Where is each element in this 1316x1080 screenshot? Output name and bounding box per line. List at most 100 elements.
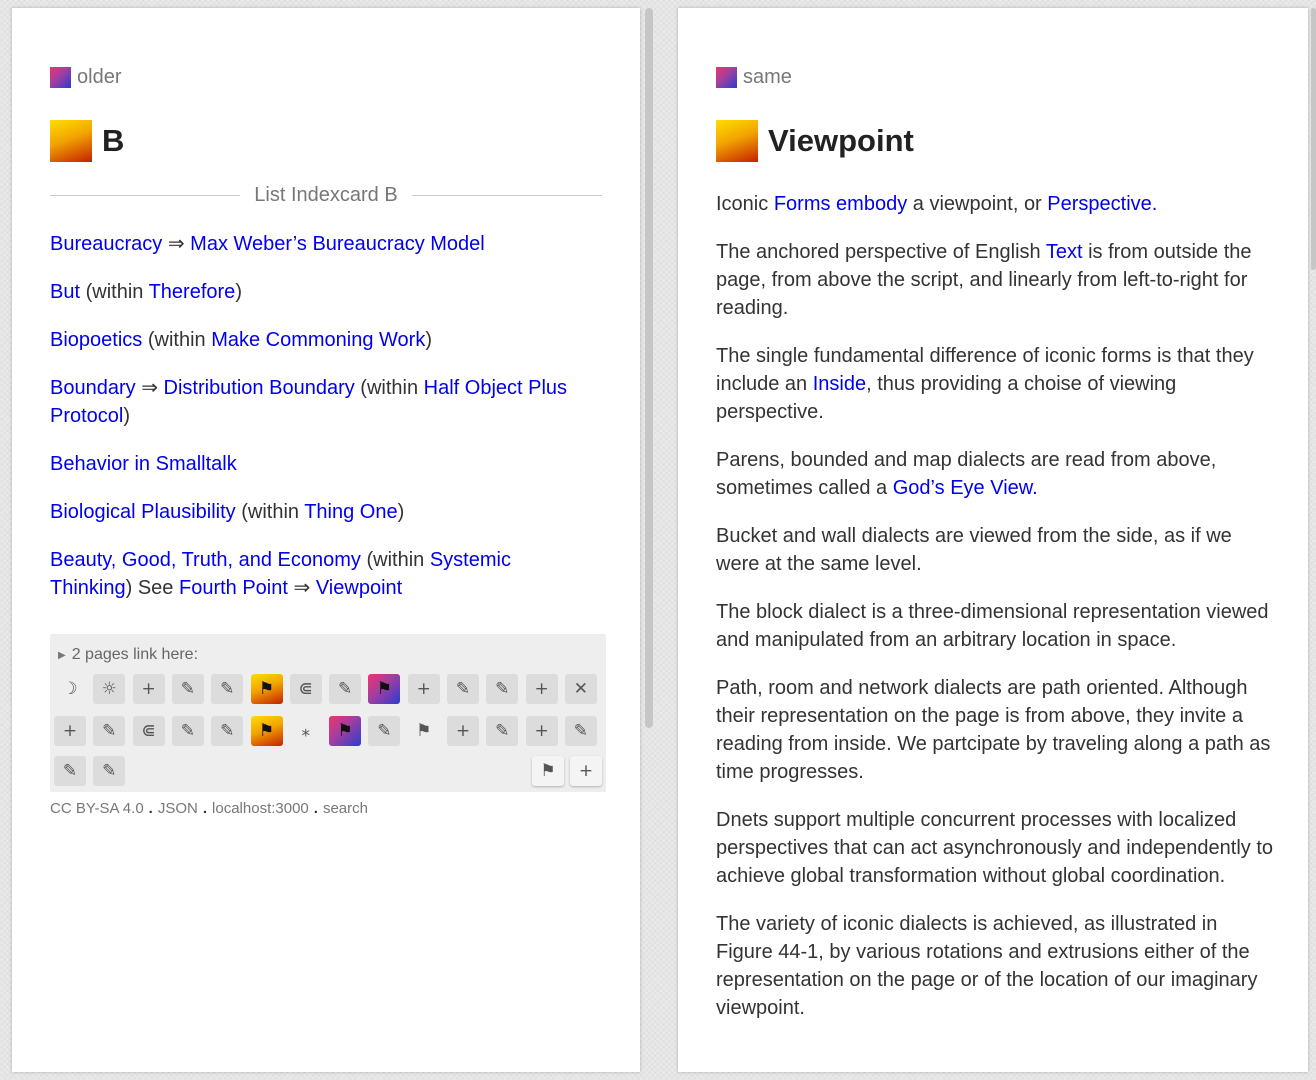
page-title: B xyxy=(102,123,125,158)
journal-pencil-icon[interactable]: ✎ xyxy=(486,716,519,746)
journal-pencil-icon[interactable]: ✎ xyxy=(486,674,519,704)
separator-line-right xyxy=(411,194,603,196)
journal-pencil-icon[interactable]: ✎ xyxy=(447,674,479,704)
close-paren: ) xyxy=(397,501,405,523)
link-biopoetics[interactable]: Biopoetics xyxy=(50,329,142,351)
paragraph-text: a viewpoint, or xyxy=(912,193,1042,215)
context-label[interactable]: same xyxy=(743,66,792,89)
context-label[interactable]: older xyxy=(77,66,121,89)
left-page: older B List Indexcard B Bureaucracy ⇒ M… xyxy=(12,8,640,1072)
arrow-glyph: ⇒ xyxy=(167,233,185,255)
list-item: Biological Plausibility (within Thing On… xyxy=(50,498,590,526)
journal-pencil-icon[interactable]: ✎ xyxy=(171,716,204,746)
indexcard-list: Bureaucracy ⇒ Max Weber’s Bureaucracy Mo… xyxy=(50,230,590,622)
link-thing-one[interactable]: Thing One xyxy=(304,501,397,523)
link-behavior-in-smalltalk[interactable]: Behavior in Smalltalk xyxy=(50,453,237,475)
journal-pencil-icon[interactable]: ✎ xyxy=(93,716,126,746)
page-header: Viewpoint xyxy=(716,120,914,162)
link-viewpoint[interactable]: Viewpoint xyxy=(316,577,402,599)
journal-flag-icon[interactable]: ⚑ xyxy=(250,674,283,704)
separator-line-left xyxy=(50,194,241,196)
right-scrollbar[interactable] xyxy=(1311,8,1316,270)
footer-dot: . xyxy=(202,800,208,817)
left-scrollbar[interactable] xyxy=(645,8,653,728)
older-site-flag-icon[interactable] xyxy=(50,67,71,88)
host-link[interactable]: localhost:3000 xyxy=(212,800,309,817)
journal-pencil-icon[interactable]: ✎ xyxy=(211,674,244,704)
journal-add-icon[interactable]: + xyxy=(54,716,86,746)
link-text[interactable]: Text xyxy=(1046,241,1083,263)
journal-remove-icon[interactable]: ✕ xyxy=(564,674,597,704)
disclosure-triangle-icon[interactable]: ▶ xyxy=(58,650,66,661)
journal-add-icon[interactable]: + xyxy=(525,674,558,704)
within-text: (within xyxy=(85,281,144,303)
context-row[interactable]: older xyxy=(50,66,121,89)
arrow-glyph: ⇒ xyxy=(293,577,311,599)
journal-fork-icon[interactable]: ⋐ xyxy=(132,716,165,746)
link-forms[interactable]: Forms xyxy=(774,193,831,215)
journal-add-icon[interactable]: + xyxy=(447,716,479,746)
search-link[interactable]: search xyxy=(323,800,368,817)
page-story: Iconic Forms embody a viewpoint, or Pers… xyxy=(716,190,1276,1042)
page-flag-icon[interactable] xyxy=(50,120,92,162)
journal-pencil-icon[interactable]: ✎ xyxy=(93,756,126,786)
paragraph: The anchored perspective of English Text… xyxy=(716,238,1276,322)
paragraph: Bucket and wall dialects are viewed from… xyxy=(716,525,1232,575)
journal-pencil-icon[interactable]: ✎ xyxy=(211,716,244,746)
close-paren: ) xyxy=(235,281,242,303)
context-row[interactable]: same xyxy=(716,66,792,89)
journal-fork-icon[interactable]: ⋐ xyxy=(289,674,322,704)
journal-pencil-icon[interactable]: ✎ xyxy=(564,716,597,746)
link-bureaucracy[interactable]: Bureaucracy xyxy=(50,233,162,255)
link-make-commoning-work[interactable]: Make Commoning Work xyxy=(211,329,425,351)
link-boundary[interactable]: Boundary xyxy=(50,377,136,399)
references-summary[interactable]: ▶ 2 pages link here: xyxy=(58,646,198,664)
paragraph: Path, room and network dialects are path… xyxy=(716,677,1271,783)
fork-flag-button[interactable]: ⚑ xyxy=(532,756,564,786)
link-distribution-boundary[interactable]: Distribution Boundary xyxy=(164,377,355,399)
journal-add-icon[interactable]: + xyxy=(525,716,558,746)
arrow-glyph: ⇒ xyxy=(141,377,158,399)
link-fourth-point[interactable]: Fourth Point xyxy=(179,577,288,599)
link-biological-plausibility[interactable]: Biological Plausibility xyxy=(50,501,236,523)
journal-flag-icon[interactable]: ⚑ xyxy=(368,674,401,704)
journal-pencil-icon[interactable]: ✎ xyxy=(54,756,86,786)
page-flag-icon[interactable] xyxy=(716,120,758,162)
paragraph: The block dialect is a three-dimensional… xyxy=(716,601,1269,651)
journal-pencil-icon[interactable]: ✎ xyxy=(368,716,401,746)
within-text: (within xyxy=(360,377,419,399)
journal-add-icon[interactable]: + xyxy=(407,674,440,704)
journal-add-icon[interactable]: + xyxy=(132,674,165,704)
journal-pencil-icon[interactable]: ✎ xyxy=(329,674,362,704)
journal-flag-icon[interactable]: ⚑ xyxy=(250,716,283,746)
link-max-weber[interactable]: Max Weber’s Bureaucracy Model xyxy=(190,233,485,255)
journal-flag-icon[interactable]: ⚑ xyxy=(408,716,440,746)
link-but[interactable]: But xyxy=(50,281,80,303)
link-perspective[interactable]: Perspective. xyxy=(1047,193,1157,215)
page-header: B xyxy=(50,120,124,162)
footer-dot: . xyxy=(313,800,318,817)
list-item: Biopoetics (within Make Commoning Work) xyxy=(50,326,590,354)
add-item-button[interactable]: + xyxy=(570,756,602,786)
journal-pencil-icon[interactable]: ✎ xyxy=(171,674,204,704)
same-site-flag-icon[interactable] xyxy=(716,67,737,88)
journal-moon-icon[interactable]: ☽ xyxy=(54,674,86,704)
footer-dot: . xyxy=(148,800,153,817)
link-gods-eye-view[interactable]: God’s Eye View. xyxy=(893,477,1038,499)
paragraph-text: The anchored perspective of English xyxy=(716,241,1041,263)
indexcard-label: List Indexcard B xyxy=(254,183,398,206)
journal-flag-icon[interactable]: ⚑ xyxy=(329,716,362,746)
link-therefore[interactable]: Therefore xyxy=(149,281,236,303)
list-item: Beauty, Good, Truth, and Economy (within… xyxy=(50,546,590,602)
paragraph-text: Iconic xyxy=(716,193,769,215)
license-link[interactable]: CC BY-SA 4.0 xyxy=(50,800,144,817)
link-inside[interactable]: Inside xyxy=(813,373,866,395)
paragraph: Dnets support multiple concurrent proces… xyxy=(716,809,1274,887)
paragraph: Iconic Forms embody a viewpoint, or Pers… xyxy=(716,190,1276,218)
references-summary-text[interactable]: 2 pages link here: xyxy=(72,646,198,664)
link-embody[interactable]: embody xyxy=(836,193,907,215)
journal-asterisk-icon[interactable]: ⁎ xyxy=(290,716,322,746)
link-beauty-good-truth-economy[interactable]: Beauty, Good, Truth, and Economy xyxy=(50,549,361,571)
json-link[interactable]: JSON xyxy=(158,800,198,817)
journal-sun-icon[interactable]: ☼ xyxy=(93,674,126,704)
